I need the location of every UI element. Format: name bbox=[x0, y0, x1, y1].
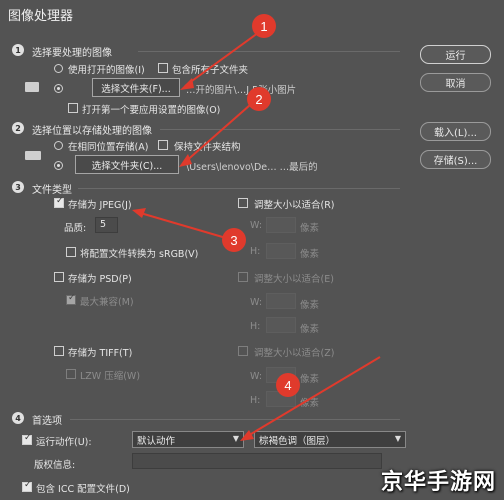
include-icc-label: 包含 ICC 配置文件(D) bbox=[36, 484, 130, 495]
run-button[interactable]: 运行 bbox=[420, 45, 491, 64]
resize-psd-checkbox[interactable] bbox=[238, 272, 248, 282]
arrow-3 bbox=[136, 211, 227, 239]
save-tiff-label: 存储为 TIFF(T) bbox=[68, 348, 133, 359]
callout-4: 4 bbox=[276, 373, 300, 397]
include-subfolders-label: 包含所有子文件夹 bbox=[172, 65, 249, 76]
select-folder-radio[interactable] bbox=[54, 84, 63, 93]
include-icc-checkbox[interactable] bbox=[22, 480, 32, 492]
open-first-image-label: 打开第一个要应用设置的图像(O) bbox=[82, 105, 221, 116]
include-subfolders-checkbox[interactable] bbox=[158, 63, 168, 73]
chevron-down-icon: ▼ bbox=[232, 434, 239, 443]
psd-width-input[interactable] bbox=[266, 293, 296, 309]
arrow-3-head bbox=[132, 208, 146, 218]
psd-w-unit: 像素 bbox=[300, 300, 320, 311]
section-1-divider bbox=[138, 51, 400, 52]
section-2-label: 选择位置以存储处理的图像 bbox=[32, 126, 152, 137]
psd-h-unit: 像素 bbox=[300, 324, 320, 335]
tiff-h-label: H: bbox=[250, 395, 261, 406]
max-compat-label: 最大兼容(M) bbox=[80, 297, 134, 308]
callout-2: 2 bbox=[247, 87, 271, 111]
lzw-label: LZW 压缩(W) bbox=[80, 371, 141, 382]
save-psd-checkbox[interactable] bbox=[54, 272, 64, 282]
run-action-label: 运行动作(U): bbox=[36, 437, 92, 448]
save-settings-button[interactable]: 存储(S)... bbox=[420, 150, 491, 169]
resize-jpeg-label: 调整大小以适合(R) bbox=[254, 200, 335, 211]
jpeg-h-unit: 像素 bbox=[300, 249, 320, 260]
open-first-image-checkbox[interactable] bbox=[68, 103, 78, 113]
quality-label: 品质: bbox=[64, 223, 87, 234]
cancel-button[interactable]: 取消 bbox=[420, 73, 491, 92]
resize-psd-label: 调整大小以适合(E) bbox=[254, 274, 334, 285]
keep-structure-checkbox[interactable] bbox=[158, 140, 168, 150]
folder-icon bbox=[25, 82, 39, 92]
callout-1: 1 bbox=[252, 14, 276, 38]
arrow-1 bbox=[184, 29, 263, 87]
max-compat-checkbox[interactable] bbox=[66, 293, 76, 305]
section-3-label: 文件类型 bbox=[32, 185, 72, 196]
load-button[interactable]: 载入(L)... bbox=[420, 122, 491, 141]
action-set-select[interactable]: 默认动作 ▼ bbox=[132, 431, 244, 448]
dialog-title: 图像处理器 bbox=[8, 9, 74, 24]
resize-jpeg-checkbox[interactable] bbox=[238, 198, 248, 208]
tiff-h-unit: 像素 bbox=[300, 398, 320, 409]
callout-3: 3 bbox=[222, 228, 246, 252]
jpeg-height-input[interactable] bbox=[266, 243, 296, 259]
action-select[interactable]: 棕褐色调（图层） ▼ bbox=[254, 431, 406, 448]
psd-h-label: H: bbox=[250, 321, 261, 332]
tiff-w-label: W: bbox=[250, 371, 263, 382]
quality-input[interactable]: 5 bbox=[95, 217, 118, 233]
psd-height-input[interactable] bbox=[266, 317, 296, 333]
use-open-images-radio[interactable] bbox=[54, 64, 63, 73]
destination-folder-icon bbox=[25, 151, 41, 160]
psd-w-label: W: bbox=[250, 297, 263, 308]
section-3-number: 3 bbox=[12, 181, 24, 193]
section-4-label: 首选项 bbox=[32, 416, 62, 427]
save-jpeg-label: 存储为 JPEG(J) bbox=[68, 200, 132, 211]
tiff-w-unit: 像素 bbox=[300, 374, 320, 385]
section-2-number: 2 bbox=[12, 122, 24, 134]
jpeg-w-label: W: bbox=[250, 220, 263, 231]
jpeg-w-unit: 像素 bbox=[300, 223, 320, 234]
resize-tiff-checkbox[interactable] bbox=[238, 346, 248, 356]
convert-srgb-checkbox[interactable] bbox=[66, 247, 76, 257]
use-open-images-label: 使用打开的图像(I) bbox=[68, 65, 145, 76]
save-psd-label: 存储为 PSD(P) bbox=[68, 274, 132, 285]
save-tiff-checkbox[interactable] bbox=[54, 346, 64, 356]
chevron-down-icon: ▼ bbox=[394, 434, 401, 443]
section-1-number: 1 bbox=[12, 44, 24, 56]
convert-srgb-label: 将配置文件转换为 sRGB(V) bbox=[80, 249, 199, 260]
action-value: 棕褐色调（图层） bbox=[259, 435, 336, 447]
resize-tiff-label: 调整大小以适合(Z) bbox=[254, 348, 335, 359]
save-jpeg-checkbox[interactable] bbox=[54, 196, 64, 208]
action-set-value: 默认动作 bbox=[137, 435, 176, 447]
destination-path-text: \Users\lenovo\De… …最后的 bbox=[186, 162, 318, 173]
jpeg-h-label: H: bbox=[250, 246, 261, 257]
same-location-label: 在相同位置存储(A) bbox=[68, 142, 149, 153]
quality-value: 5 bbox=[100, 219, 107, 230]
watermark-text: 京华手游网 bbox=[380, 470, 496, 495]
section-4-divider bbox=[70, 419, 400, 420]
select-destination-folder-button[interactable]: 选择文件夹(C)... bbox=[75, 155, 179, 174]
section-4-number: 4 bbox=[12, 412, 24, 424]
keep-structure-label: 保持文件夹结构 bbox=[174, 142, 241, 153]
same-location-radio[interactable] bbox=[54, 141, 63, 150]
run-action-checkbox[interactable] bbox=[22, 433, 32, 445]
copyright-input[interactable] bbox=[132, 453, 382, 469]
destination-folder-radio[interactable] bbox=[54, 161, 63, 170]
source-path-text: …开的图片\…J 5张小图片 bbox=[186, 85, 297, 96]
jpeg-width-input[interactable] bbox=[266, 217, 296, 233]
copyright-label: 版权信息: bbox=[34, 460, 76, 471]
section-1-label: 选择要处理的图像 bbox=[32, 48, 112, 59]
section-3-divider bbox=[78, 188, 400, 189]
section-2-divider bbox=[160, 129, 400, 130]
select-source-folder-button[interactable]: 选择文件夹(F)... bbox=[92, 78, 180, 97]
lzw-checkbox[interactable] bbox=[66, 369, 76, 379]
